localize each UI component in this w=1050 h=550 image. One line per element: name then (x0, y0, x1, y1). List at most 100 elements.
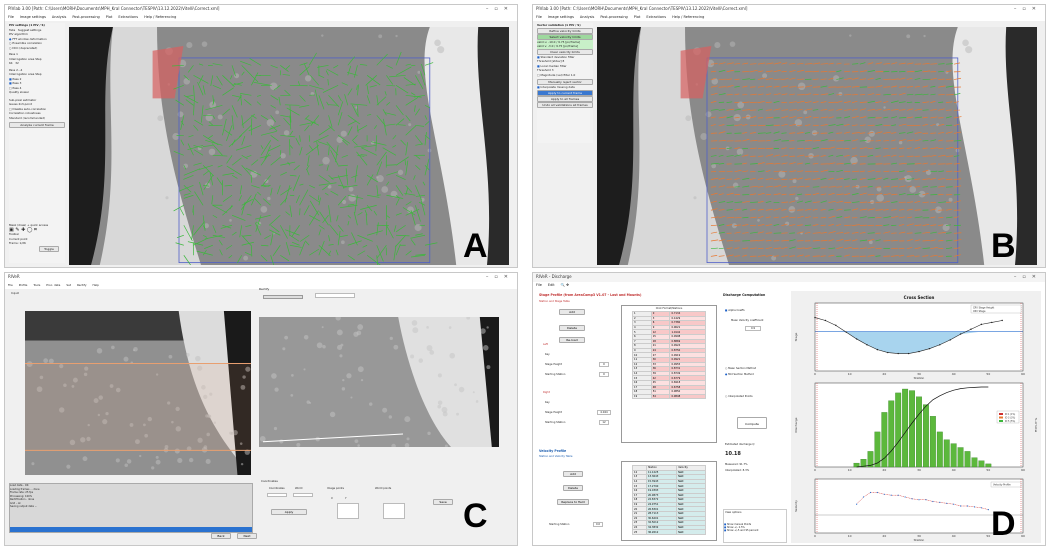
menu-extractions[interactable]: Extractions (646, 15, 666, 20)
apply-button[interactable]: Apply (271, 509, 307, 515)
menu-plot[interactable]: Plot (634, 15, 641, 20)
magnitude-filter-check[interactable]: Magnitude (vel) filter (541, 73, 570, 77)
reload-stage-button[interactable]: Re-load (559, 337, 585, 343)
coord-input[interactable] (267, 493, 287, 497)
add-stage-button[interactable]: Add (559, 309, 585, 315)
rectify-slider[interactable] (263, 295, 303, 299)
velocity-starting-station-input[interactable]: 0.0 (593, 522, 603, 527)
stage-table[interactable]: Click Format/Stations 1 0 0.7134 2 3 0.1429 3 6… (621, 305, 717, 443)
alpha-coeffs-label[interactable]: Alpha Coeffs (728, 309, 744, 312)
interpolate-missing-check[interactable]: Interpolate missing data (541, 85, 575, 89)
image-points-grid[interactable] (337, 503, 359, 519)
zoom-tools[interactable]: 🔍 ✥ (561, 283, 569, 288)
menu-file[interactable]: File (8, 283, 13, 288)
rectified-frame-view[interactable] (259, 317, 499, 447)
menu-image-settings[interactable]: Image settings (20, 15, 46, 20)
magnitude-value[interactable]: 1.0 (571, 73, 575, 77)
save-button[interactable]: Save (433, 499, 453, 505)
water-texture (714, 42, 721, 49)
radio-dcc[interactable]: DCC (deprecated) (12, 46, 37, 50)
menu-file[interactable]: File (536, 283, 542, 288)
right-starting-station-input[interactable]: 12 (599, 420, 609, 425)
velocity-table-grid[interactable]: Station Velocity 12 11.1225 NaN 13 13.3643 NaN 1… (632, 465, 706, 535)
back-button[interactable]: Back (211, 533, 231, 539)
stdev-filter-check[interactable]: Standard deviation filter (541, 55, 575, 59)
compute-button[interactable]: Compute (737, 417, 767, 429)
menu-proc-data[interactable]: Proc. data (46, 283, 60, 288)
piv-validated-image-view[interactable] (597, 27, 1037, 265)
robustness-select[interactable]: Standard (recommended) (9, 116, 65, 121)
menu-help[interactable]: Help / Referencing (672, 15, 704, 20)
window-controls[interactable]: –▫✕ (486, 6, 514, 12)
window-controls[interactable]: –▫✕ (1014, 6, 1042, 12)
delete-velocity-button[interactable]: Delete (563, 485, 583, 491)
menu-help[interactable]: Help (92, 283, 98, 288)
world-input[interactable] (293, 493, 313, 497)
undo-all-validations-button[interactable]: Undo all validations all frames (537, 101, 593, 108)
pass2-check[interactable]: Pass 2 (13, 77, 22, 81)
mid-section-radio[interactable]: Mid Section Method (728, 373, 754, 376)
median-threshold-value[interactable]: 3 (552, 68, 554, 72)
step-value[interactable]: 32 (15, 61, 19, 65)
radio-ensemble[interactable]: Ensemble correlation (12, 41, 42, 45)
menu-set[interactable]: Set (66, 283, 71, 288)
menu-extractions[interactable]: Extractions (118, 15, 138, 20)
pass3-check[interactable]: Pass 3 (13, 81, 22, 85)
disable-autocorr-check[interactable]: Disable auto-correlation (13, 107, 47, 111)
menu-profile[interactable]: Profile (19, 283, 28, 288)
table-cell[interactable]: 36.2612 (645, 529, 678, 535)
table-cell[interactable]: 0.9848 (669, 393, 706, 400)
water-texture (486, 326, 489, 329)
raw-frame-view[interactable] (25, 311, 251, 475)
world-points-grid[interactable] (383, 503, 405, 519)
water-texture (700, 133, 708, 141)
next-button[interactable]: Next (237, 533, 257, 539)
menu-help[interactable]: Help / Referencing (144, 15, 176, 20)
table-cell[interactable]: 25 (632, 529, 647, 535)
interpolated-points-radio[interactable]: Interpolated Points (728, 395, 753, 398)
mean-velocity-coeff-input[interactable]: 0.9 (745, 326, 761, 331)
menu-plot[interactable]: Plot (106, 15, 113, 20)
stage-table-grid[interactable]: 1 0 0.7134 2 3 0.1429 3 6 0.7380 4 9 0.9621 5 12 1.014… (632, 311, 706, 400)
tab-tabs[interactable]: Tabs (9, 28, 15, 32)
suggest-settings-button[interactable]: Suggest settings (18, 28, 41, 32)
window-controls[interactable]: –▫✕ (1014, 274, 1042, 280)
toggle-button[interactable]: Toggle (39, 245, 59, 252)
ia-value[interactable]: 64 (9, 61, 13, 65)
table-cell[interactable]: NaN (676, 529, 706, 535)
window-controls[interactable]: –▫✕ (486, 274, 514, 280)
analyze-current-frame-button[interactable]: Analyze current frame (9, 122, 65, 128)
table-cell[interactable]: 54 (650, 393, 671, 400)
apply-all-frames-button[interactable]: Apply to all frames (537, 95, 593, 102)
piv-image-view[interactable] (69, 27, 509, 265)
menu-tools[interactable]: Tools (33, 283, 40, 288)
table-row[interactable]: 25 36.2612 NaN (632, 529, 706, 535)
menu-file[interactable]: File (8, 15, 14, 20)
add-velocity-button[interactable]: Add (563, 471, 583, 477)
table-row[interactable]: 19 54 0.9848 (632, 393, 706, 400)
menu-file[interactable]: File (536, 15, 542, 20)
menu-rectify[interactable]: Rectify (77, 283, 87, 288)
show-5-95-check[interactable]: Show +/-5 and 95 percent (727, 529, 758, 532)
mean-section-radio[interactable]: Mean Section Method (728, 367, 756, 370)
radio-fft[interactable]: FFT window deformation (12, 37, 46, 41)
menu-analysis[interactable]: Analysis (52, 15, 66, 20)
pass4-check[interactable]: Pass 4 (13, 86, 22, 90)
menu-post-processing[interactable]: Post-processing (72, 15, 99, 20)
refine-velocity-limits-button[interactable]: Refine velocity limits (537, 27, 593, 34)
delete-stage-button[interactable]: Delete (559, 325, 585, 331)
menu-edit[interactable]: Edit (548, 283, 555, 288)
table-cell[interactable]: 19 (632, 393, 652, 400)
replace-to-field-button[interactable]: Replace to field (557, 499, 589, 505)
apply-current-frame-button[interactable]: Apply to current frame (537, 89, 593, 96)
rectify-input[interactable] (315, 293, 355, 298)
velocity-table[interactable]: Station Velocity 12 11.1225 NaN 13 13.3643 NaN 1… (621, 461, 717, 541)
stdev-threshold-value[interactable]: 8 (562, 59, 564, 63)
left-stage-height-input[interactable]: 0 (599, 362, 609, 367)
menu-image-settings[interactable]: Image settings (548, 15, 574, 20)
menu-analysis[interactable]: Analysis (580, 15, 594, 20)
right-stage-height-input[interactable]: 4.044 (597, 410, 611, 415)
local-median-check[interactable]: Local median filter (541, 64, 567, 68)
menu-post-processing[interactable]: Post-processing (600, 15, 627, 20)
left-starting-station-input[interactable]: 0 (599, 372, 609, 377)
